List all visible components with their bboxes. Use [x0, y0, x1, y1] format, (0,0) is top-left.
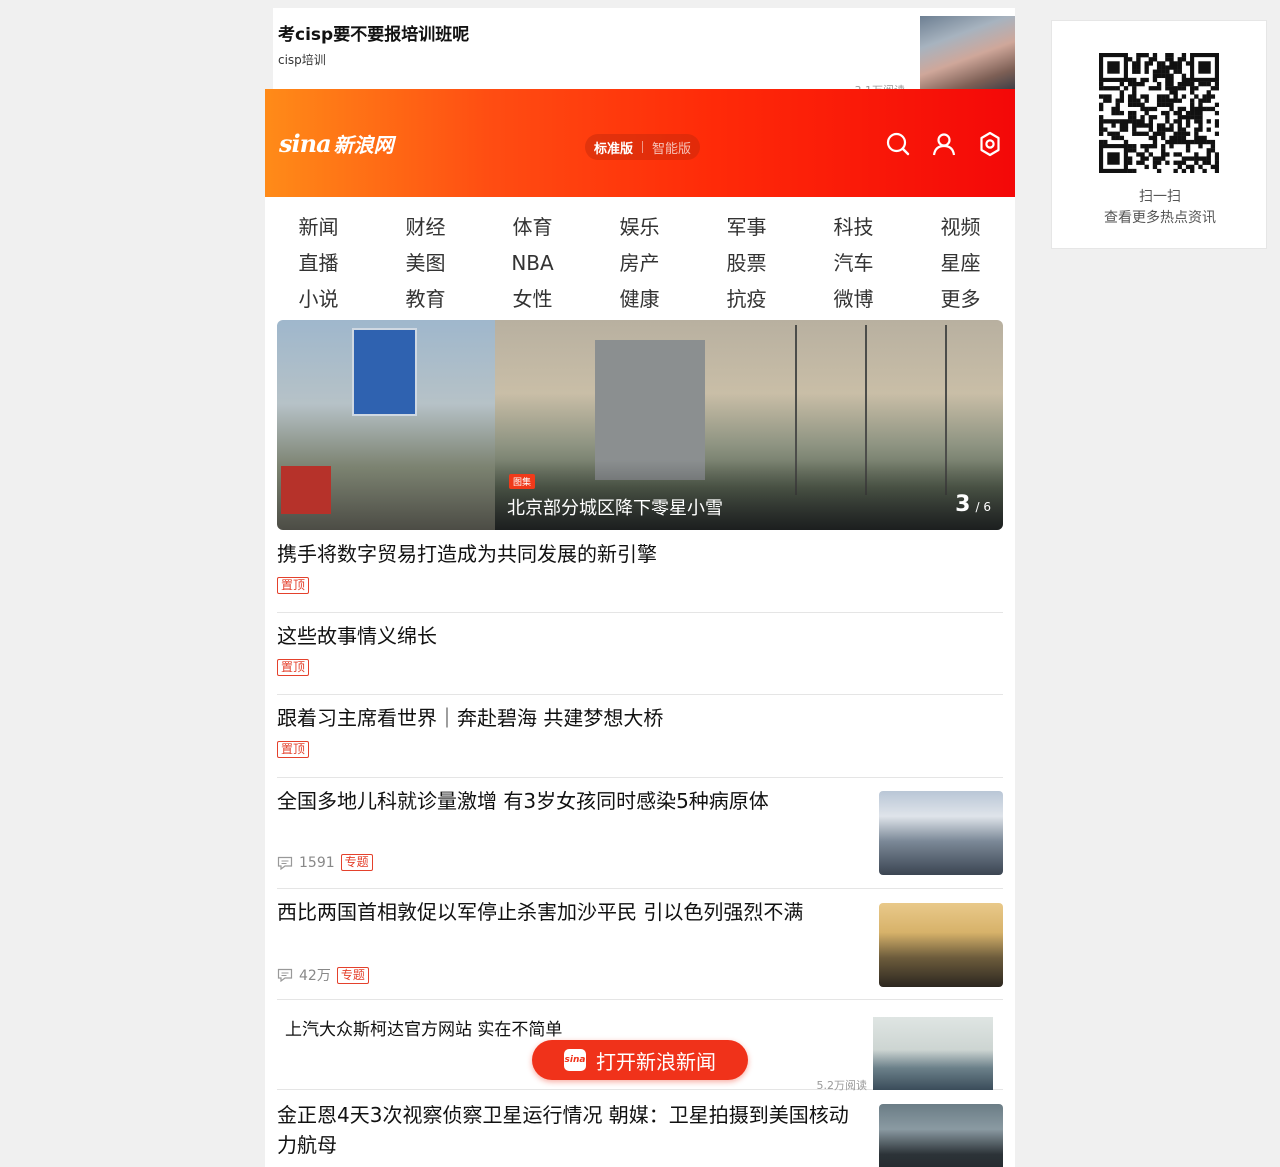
version-divider	[642, 141, 644, 153]
comment-count: 1591	[299, 854, 335, 871]
nav-item-live[interactable]: 直播	[265, 245, 372, 281]
news-title[interactable]: 这些故事情义绵长	[277, 621, 1003, 651]
news-meta: 1591 专题	[277, 854, 373, 871]
news-item[interactable]: 这些故事情义绵长 置顶	[277, 621, 1003, 695]
news-title[interactable]: 金正恩4天3次视察侦察卫星运行情况 朝媒：卫星拍摄到美国核动力航母	[277, 1100, 867, 1160]
slide-total: / 6	[975, 500, 992, 514]
nav-item-entertainment[interactable]: 娱乐	[586, 209, 693, 245]
road-sign-image	[352, 328, 417, 416]
news-title[interactable]: 跟着习主席看世界｜奔赴碧海 共建梦想大桥	[277, 703, 1003, 733]
version-standard[interactable]: 标准版	[594, 138, 633, 157]
truck-image	[281, 466, 331, 514]
user-icon[interactable]	[931, 131, 957, 157]
news-title[interactable]: 全国多地儿科就诊量激增 有3岁女孩同时感染5种病原体	[277, 786, 867, 816]
logo-text: 新浪网	[333, 133, 394, 157]
page: 考cisp要不要报培训班呢 cisp培训 3.1万阅读 sina 新浪网 标准版…	[0, 0, 1280, 1167]
inline-ad-reads: 5.2万阅读	[816, 1079, 868, 1092]
nav-item-stocks[interactable]: 股票	[693, 245, 800, 281]
nav-item-photos[interactable]: 美图	[372, 245, 479, 281]
qr-hint: 查看更多热点资讯	[1104, 210, 1216, 226]
nav-item-health[interactable]: 健康	[586, 281, 693, 317]
building-image	[595, 340, 705, 480]
open-app-button[interactable]: sina 打开新浪新闻	[532, 1040, 748, 1080]
news-item[interactable]: 金正恩4天3次视察侦察卫星运行情况 朝媒：卫星拍摄到美国核动力航母	[277, 1100, 1003, 1167]
news-meta: 42万 专题	[277, 965, 369, 985]
nav-item-video[interactable]: 视频	[907, 209, 1014, 245]
ad-subtitle: cisp培训	[278, 53, 326, 67]
nav-item-women[interactable]: 女性	[479, 281, 586, 317]
nav-item-tech[interactable]: 科技	[800, 209, 907, 245]
nav-item-military[interactable]: 军事	[693, 209, 800, 245]
slide-current-index: 3	[955, 492, 971, 517]
comment-count: 42万	[299, 968, 331, 984]
nav-item-finance[interactable]: 财经	[372, 209, 479, 245]
logo-mark: sina	[279, 129, 332, 158]
nav-item-epidemic[interactable]: 抗疫	[693, 281, 800, 317]
slide-current[interactable]: 图集 北京部分城区降下零星小雪 3 / 6	[495, 320, 1003, 530]
nav-item-more[interactable]: 更多	[907, 281, 1014, 317]
open-app-label: 打开新浪新闻	[596, 1049, 716, 1074]
nav-item-education[interactable]: 教育	[372, 281, 479, 317]
qr-code[interactable]	[1099, 53, 1219, 173]
settings-icon[interactable]	[977, 131, 1003, 157]
news-thumbnail[interactable]	[879, 903, 1003, 987]
nav-item-news[interactable]: 新闻	[265, 209, 372, 245]
photo-slider[interactable]: 图集 北京部分城区降下零星小雪 3 / 6	[277, 320, 1003, 530]
version-switch: 标准版 智能版	[585, 134, 701, 160]
news-title[interactable]: 携手将数字贸易打造成为共同发展的新引擎	[277, 539, 1003, 569]
slide-caption[interactable]: 北京部分城区降下零星小雪	[507, 494, 723, 520]
nav-item-auto[interactable]: 汽车	[800, 245, 907, 281]
pinned-badge: 置顶	[277, 659, 310, 676]
slide-counter: 3 / 6	[955, 492, 991, 517]
channel-nav: 新闻 财经 体育 娱乐 军事 科技 视频 直播 美图 NBA 房产 股票 汽车 …	[265, 197, 1015, 315]
inline-ad-text[interactable]: 上汽大众斯柯达官方网站 实在不简单	[285, 1015, 562, 1040]
search-icon[interactable]	[885, 131, 911, 157]
comment-icon	[277, 968, 293, 982]
nav-item-weibo[interactable]: 微博	[800, 281, 907, 317]
nav-item-astro[interactable]: 星座	[907, 245, 1014, 281]
news-title[interactable]: 西比两国首相敦促以军停止杀害加沙平民 引以色列强烈不满	[277, 897, 867, 927]
nav-item-sports[interactable]: 体育	[479, 209, 586, 245]
inline-ad-image[interactable]	[873, 1017, 993, 1090]
slide-tag: 图集	[509, 474, 536, 489]
ad-image[interactable]	[920, 16, 1015, 90]
ad-title[interactable]: 考cisp要不要报培训班呢	[278, 20, 469, 45]
news-thumbnail[interactable]	[879, 791, 1003, 875]
version-smart[interactable]: 智能版	[652, 138, 691, 157]
comment-icon	[277, 856, 293, 870]
news-item[interactable]: 跟着习主席看世界｜奔赴碧海 共建梦想大桥 置顶	[277, 703, 1003, 778]
nav-item-nba[interactable]: NBA	[479, 245, 586, 281]
main-column: sina 新浪网 标准版 智能版 新闻 财经 体育 娱乐 军事 科技 视频 直播…	[265, 89, 1015, 1167]
news-item[interactable]: 西比两国首相敦促以军停止杀害加沙平民 引以色列强烈不满 42万 专题	[277, 897, 1003, 1000]
sina-app-icon: sina	[564, 1049, 586, 1071]
topic-badge: 专题	[340, 854, 373, 871]
qr-card: 扫一扫 查看更多热点资讯	[1051, 20, 1267, 249]
qr-scan-label: 扫一扫	[1139, 189, 1181, 205]
news-thumbnail[interactable]	[879, 1104, 1003, 1167]
news-item[interactable]: 携手将数字贸易打造成为共同发展的新引擎 置顶	[277, 539, 1003, 613]
news-item[interactable]: 全国多地儿科就诊量激增 有3岁女孩同时感染5种病原体 1591 专题	[277, 786, 1003, 889]
slide-previous[interactable]	[277, 320, 495, 530]
sina-logo[interactable]: sina 新浪网	[279, 129, 394, 158]
pinned-badge: 置顶	[277, 741, 310, 758]
pinned-badge: 置顶	[277, 577, 310, 594]
nav-item-novel[interactable]: 小说	[265, 281, 372, 317]
header-icons	[885, 131, 1003, 157]
topic-badge: 专题	[336, 966, 369, 984]
header: sina 新浪网 标准版 智能版	[265, 89, 1015, 197]
top-ad[interactable]: 考cisp要不要报培训班呢 cisp培训 3.1万阅读	[273, 8, 1015, 90]
nav-item-house[interactable]: 房产	[586, 245, 693, 281]
